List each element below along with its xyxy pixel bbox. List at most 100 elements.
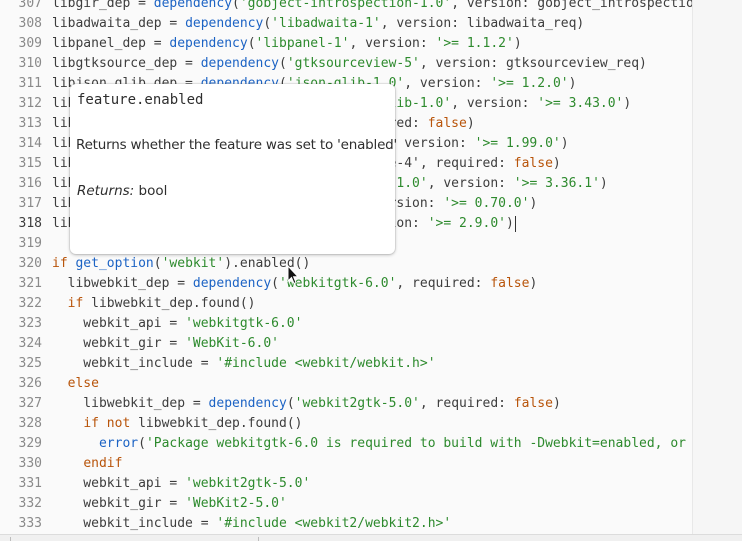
line-number: 325 [18, 356, 42, 371]
line-number: 307 [18, 0, 42, 11]
code-line[interactable]: 328 if not libwebkit_dep.found() [0, 414, 742, 434]
code-text[interactable]: webkit_gir = 'WebKit2-5.0' [52, 494, 287, 514]
code-line[interactable]: 330 endif [0, 454, 742, 474]
code-token: ) [505, 216, 514, 231]
tooltip-returns: Returns: bool [77, 183, 167, 199]
code-token: 'gobject-introspection-1.0' [239, 0, 452, 11]
code-token: , required: [419, 396, 514, 411]
code-token: ( [247, 36, 256, 51]
overview-map[interactable] [693, 0, 742, 534]
line-number: 323 [18, 316, 42, 331]
code-text[interactable]: libgir_dep = dependency('gobject-introsp… [52, 0, 733, 14]
code-token: , version: [349, 36, 436, 51]
text-cursor [514, 215, 516, 232]
code-line[interactable]: 324 webkit_gir = 'WebKit-6.0' [0, 334, 742, 354]
line-number: 309 [18, 36, 42, 51]
code-text[interactable]: error('Package webkitgtk-6.0 is required… [52, 434, 733, 454]
tooltip-returns-type: bool [138, 183, 168, 199]
code-text[interactable]: if libwebkit_dep.found() [52, 294, 256, 314]
code-token: '#include <webkit2/webkit2.h>' [216, 516, 452, 531]
code-token: '>= 1.2.0' [490, 76, 569, 91]
code-token: webkit_api = [52, 316, 186, 331]
code-token: ) [466, 116, 475, 131]
line-number: 328 [18, 416, 42, 431]
code-token: libgtksource_dep = [52, 56, 201, 71]
line-number: 317 [18, 196, 42, 211]
status-separator [10, 537, 11, 541]
code-text[interactable]: endif [52, 454, 122, 474]
code-token: , version: gobject_introspection_req [451, 0, 733, 11]
code-line[interactable]: 320 if get_option('webkit').enabled() [0, 254, 742, 274]
code-line[interactable]: 332 webkit_gir = 'WebKit2-5.0' [0, 494, 742, 514]
code-line[interactable]: 308 libadwaita_dep = dependency('libadwai… [0, 14, 742, 34]
code-text[interactable]: libpanel_dep = dependency('libpanel-1', … [52, 34, 522, 54]
line-number: 330 [18, 456, 42, 471]
code-token: ( [279, 56, 287, 71]
code-token: ) [560, 136, 569, 151]
code-line[interactable]: 333 webkit_include = '#include <webkit2/… [0, 514, 742, 534]
code-token: ) [568, 76, 577, 91]
code-text[interactable]: webkit_include = '#include <webkit/webki… [52, 354, 435, 374]
code-line[interactable]: 331 webkit_api = 'webkit2gtk-5.0' [0, 474, 742, 494]
code-line[interactable]: 310 libgtksource_dep = dependency('gtksou… [0, 54, 742, 74]
mouse-pointer-icon [287, 265, 299, 285]
code-text[interactable]: libadwaita_dep = dependency('libadwaita-… [52, 14, 584, 34]
code-text[interactable]: webkit_api = 'webkitgtk-6.0' [52, 314, 302, 334]
line-number: 321 [18, 276, 42, 291]
code-token: 'Package webkitgtk-6.0 is required to bu… [145, 436, 733, 451]
code-token: dependency [192, 276, 272, 291]
code-token: ) [529, 196, 538, 211]
code-text[interactable]: webkit_api = 'webkit2gtk-5.0' [52, 474, 310, 494]
code-editor[interactable]: 307 libgir_dep = dependency('gobject-intr… [0, 0, 742, 534]
code-text[interactable]: webkit_gir = 'WebKit-6.0' [52, 334, 279, 354]
code-text[interactable]: if not libwebkit_dep.found() [52, 414, 302, 434]
code-token: false [513, 396, 553, 411]
code-token: 'webkit2gtk-5.0' [294, 396, 420, 411]
code-line[interactable]: 322 if libwebkit_dep.found() [0, 294, 742, 314]
code-token: libpanel_dep = [52, 36, 170, 51]
code-token: dependency [200, 56, 279, 71]
code-token: '>= 1.1.2' [435, 36, 514, 51]
code-token: webkit_gir = [52, 336, 186, 351]
code-token: , version: [451, 96, 538, 111]
code-text[interactable]: libgtksource_dep = dependency('gtksource… [52, 54, 647, 74]
code-token: ( [286, 396, 295, 411]
code-token: ) [513, 36, 522, 51]
line-number: 331 [18, 476, 42, 491]
line-number: 310 [18, 56, 42, 71]
code-token: ( [263, 16, 272, 31]
code-token: ( [271, 276, 279, 291]
code-line[interactable]: 307 libgir_dep = dependency('gobject-intr… [0, 0, 742, 14]
line-number: 329 [18, 436, 42, 451]
code-line[interactable]: 329 error('Package webkitgtk-6.0 is requ… [0, 434, 742, 454]
code-token: , version: gtksourceview_req) [419, 56, 647, 71]
code-token: libadwaita_dep = [52, 16, 186, 31]
tooltip-description: Returns whether the feature was set to '… [76, 137, 398, 153]
code-token: '>= 1.99.0' [474, 136, 561, 151]
code-text[interactable]: else [52, 374, 99, 394]
code-line[interactable]: 309 libpanel_dep = dependency('libpanel-1… [0, 34, 742, 54]
code-text[interactable]: if get_option('webkit').enabled() [52, 254, 310, 274]
code-token: false [490, 276, 530, 291]
code-view[interactable]: 307 libgir_dep = dependency('gobject-intr… [0, 0, 742, 534]
code-text[interactable]: libwebkit_dep = dependency('webkit2gtk-5… [52, 394, 561, 414]
code-line[interactable]: 326 else [0, 374, 742, 394]
code-text[interactable]: webkit_include = '#include <webkit2/webk… [52, 514, 451, 534]
code-line[interactable]: 323 webkit_api = 'webkitgtk-6.0' [0, 314, 742, 334]
code-line[interactable]: 325 webkit_include = '#include <webkit/w… [0, 354, 742, 374]
code-token: error [98, 436, 139, 451]
code-token: 'WebKit-6.0' [185, 336, 279, 351]
code-token: ) [552, 396, 561, 411]
tooltip-returns-label: Returns: [77, 183, 135, 199]
code-token: , version: [404, 76, 491, 91]
code-token: 'libpanel-1' [255, 36, 350, 51]
code-line[interactable]: 327 libwebkit_dep = dependency('webkit2g… [0, 394, 742, 414]
code-token: , version: [427, 176, 514, 191]
code-token: ( [232, 0, 240, 11]
code-token: else [67, 376, 99, 391]
code-line[interactable]: 321 libwebkit_dep = dependency('webkitgt… [0, 274, 742, 294]
